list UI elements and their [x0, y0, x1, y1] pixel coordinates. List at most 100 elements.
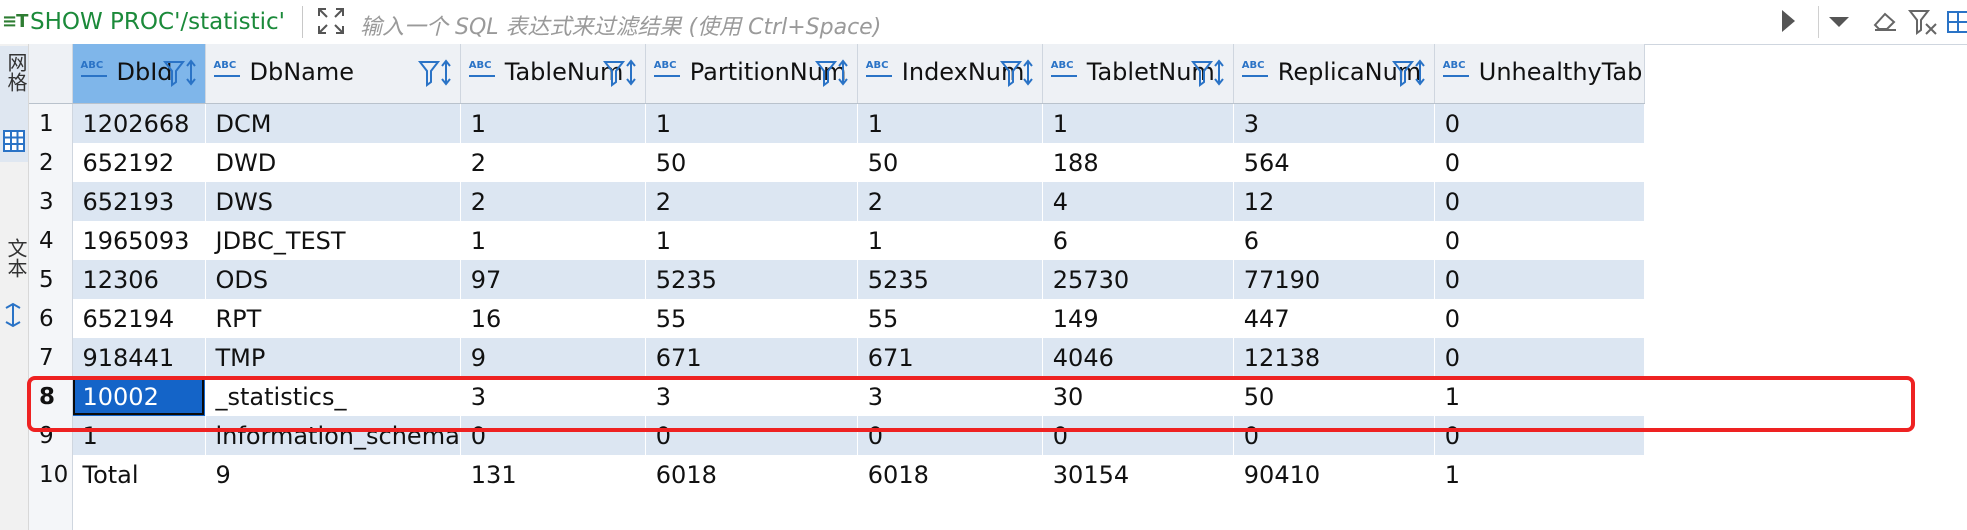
column-header-tabletnum[interactable]: ABC TabletNum — [1042, 44, 1234, 104]
table-row[interactable]: 2 652192 DWD 2 50 50 188 564 0 — [29, 143, 1645, 182]
table-cell[interactable]: 55 — [857, 299, 1043, 338]
table-cell[interactable]: 3 — [645, 377, 858, 416]
row-number[interactable]: 2 — [29, 143, 73, 182]
table-cell[interactable]: 671 — [857, 338, 1043, 377]
table-cell[interactable]: information_schema — [205, 416, 461, 455]
table-cell[interactable]: 2 — [857, 182, 1043, 221]
table-cell[interactable]: 0 — [1042, 416, 1234, 455]
query-text[interactable]: SHOW PROC'/statistic' — [30, 9, 285, 35]
table-cell[interactable]: 2 — [645, 182, 858, 221]
table-cell[interactable]: 97 — [460, 260, 646, 299]
table-cell[interactable]: 1 — [1434, 455, 1645, 494]
column-header-replicanum[interactable]: ABC ReplicaNum — [1233, 44, 1435, 104]
row-number[interactable]: 10 — [29, 455, 73, 494]
table-row[interactable]: 6 652194 RPT 16 55 55 149 447 0 — [29, 299, 1645, 338]
column-header-unhealthytable[interactable]: ABC UnhealthyTable — [1434, 44, 1645, 104]
table-cell[interactable]: 1 — [72, 416, 206, 455]
table-cell[interactable]: 652193 — [72, 182, 206, 221]
table-cell[interactable]: 3 — [460, 377, 646, 416]
column-header-tablenum[interactable]: ABC TableNum — [460, 44, 646, 104]
table-cell[interactable]: 0 — [1434, 338, 1645, 377]
table-cell[interactable]: 0 — [1434, 143, 1645, 182]
table-cell[interactable]: 4 — [1042, 182, 1234, 221]
filter-sort-icon[interactable] — [814, 58, 851, 88]
filter-sort-icon[interactable] — [162, 58, 199, 88]
filter-input[interactable]: 输入一个 SQL 表达式来过滤结果 (使用 Ctrl+Space) — [360, 9, 881, 41]
table-cell[interactable]: 16 — [460, 299, 646, 338]
table-cell[interactable]: 447 — [1233, 299, 1435, 338]
table-cell[interactable]: 3 — [857, 377, 1043, 416]
table-cell[interactable]: 0 — [857, 416, 1043, 455]
table-cell[interactable]: 0 — [1434, 260, 1645, 299]
table-cell[interactable]: 4046 — [1042, 338, 1234, 377]
table-cell[interactable]: Total — [72, 455, 206, 494]
eraser-icon[interactable] — [1872, 10, 1898, 32]
row-number[interactable]: 9 — [29, 416, 73, 455]
table-cell[interactable]: 25730 — [1042, 260, 1234, 299]
column-header-partitionnum[interactable]: ABC PartitionNum — [645, 44, 858, 104]
table-cell[interactable]: 90410 — [1233, 455, 1435, 494]
table-cell[interactable]: 55 — [645, 299, 858, 338]
expand-icon[interactable] — [316, 6, 346, 36]
row-number[interactable]: 6 — [29, 299, 73, 338]
column-header-dbname[interactable]: ABC DbName — [205, 44, 461, 104]
table-cell-active[interactable]: 10002 — [72, 377, 206, 416]
tab-grid[interactable]: 网格 — [0, 46, 28, 162]
table-cell[interactable]: 30154 — [1042, 455, 1234, 494]
table-cell[interactable]: 188 — [1042, 143, 1234, 182]
column-header-dbid[interactable]: ABC DbId — [72, 44, 206, 104]
table-cell[interactable]: 1 — [857, 221, 1043, 260]
table-row[interactable]: 3 652193 DWS 2 2 2 4 12 0 — [29, 182, 1645, 221]
table-cell[interactable]: 0 — [1434, 182, 1645, 221]
row-number[interactable]: 5 — [29, 260, 73, 299]
table-row[interactable]: 1 1202668 DCM 1 1 1 1 3 0 — [29, 103, 1645, 143]
table-cell[interactable]: 50 — [1233, 377, 1435, 416]
table-cell[interactable]: 3 — [1233, 103, 1435, 143]
filter-sort-icon[interactable] — [417, 58, 454, 88]
table-row[interactable]: 5 12306 ODS 97 5235 5235 25730 77190 0 — [29, 260, 1645, 299]
table-cell[interactable]: 0 — [1233, 416, 1435, 455]
table-row[interactable]: 9 1 information_schema 0 0 0 0 0 0 — [29, 416, 1645, 455]
table-cell[interactable]: 50 — [857, 143, 1043, 182]
table-cell[interactable]: 1 — [857, 103, 1043, 143]
filter-history-dropdown[interactable] — [1818, 6, 1859, 38]
table-cell[interactable]: 1 — [1042, 103, 1234, 143]
table-cell[interactable]: 0 — [645, 416, 858, 455]
table-cell[interactable]: 1965093 — [72, 221, 206, 260]
row-number[interactable]: 7 — [29, 338, 73, 377]
filter-settings-icon[interactable] — [1908, 8, 1938, 36]
filter-sort-icon[interactable] — [602, 58, 639, 88]
table-cell[interactable]: RPT — [205, 299, 461, 338]
table-cell[interactable]: 5235 — [857, 260, 1043, 299]
table-cell[interactable]: JDBC_TEST — [205, 221, 461, 260]
apply-filter-icon[interactable] — [1782, 10, 1795, 32]
table-cell[interactable]: _statistics_ — [205, 377, 461, 416]
table-cell[interactable]: DWS — [205, 182, 461, 221]
table-cell[interactable]: 77190 — [1233, 260, 1435, 299]
table-cell[interactable]: 6018 — [645, 455, 858, 494]
filter-sort-icon[interactable] — [999, 58, 1036, 88]
row-number[interactable]: 1 — [29, 103, 73, 143]
grid-settings-icon[interactable] — [1946, 10, 1967, 34]
row-number-header[interactable] — [29, 44, 73, 104]
table-cell[interactable]: 12 — [1233, 182, 1435, 221]
table-cell[interactable]: 1 — [460, 103, 646, 143]
table-cell[interactable]: 652194 — [72, 299, 206, 338]
table-cell[interactable]: 1 — [645, 221, 858, 260]
tab-text[interactable]: 文本 — [0, 194, 28, 334]
table-cell[interactable]: 0 — [1434, 103, 1645, 143]
table-cell[interactable]: 12138 — [1233, 338, 1435, 377]
table-row-selected[interactable]: 8 10002 _statistics_ 3 3 3 30 50 1 — [29, 377, 1645, 416]
table-cell[interactable]: 30 — [1042, 377, 1234, 416]
table-cell[interactable]: 6018 — [857, 455, 1043, 494]
row-number[interactable]: 8 — [29, 377, 73, 416]
column-header-indexnum[interactable]: ABC IndexNum — [857, 44, 1043, 104]
filter-sort-icon[interactable] — [1391, 58, 1428, 88]
table-cell[interactable]: 918441 — [72, 338, 206, 377]
table-cell[interactable]: 1 — [645, 103, 858, 143]
table-cell[interactable]: 2 — [460, 182, 646, 221]
table-cell[interactable]: 149 — [1042, 299, 1234, 338]
table-cell[interactable]: 2 — [460, 143, 646, 182]
table-cell[interactable]: DCM — [205, 103, 461, 143]
row-number[interactable]: 4 — [29, 221, 73, 260]
